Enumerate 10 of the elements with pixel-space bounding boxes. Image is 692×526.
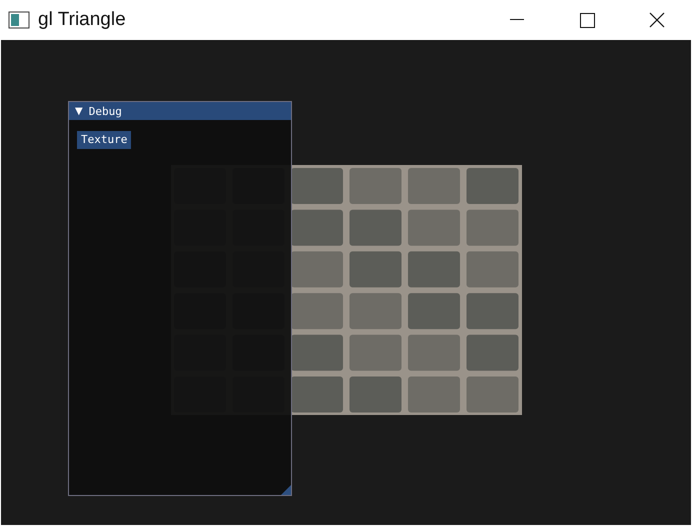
panel-title: Debug — [88, 104, 122, 118]
close-icon — [649, 12, 665, 28]
texture-button[interactable]: Texture — [77, 130, 132, 148]
app-icon — [8, 11, 30, 29]
collapse-toggle[interactable]: ▼ — [75, 106, 83, 116]
resize-grip-icon[interactable] — [281, 485, 291, 495]
minimize-icon — [510, 19, 524, 21]
window-title: gl Triangle — [38, 9, 127, 31]
panel-header[interactable]: ▼ Debug — [69, 102, 291, 120]
maximize-icon — [580, 12, 594, 28]
